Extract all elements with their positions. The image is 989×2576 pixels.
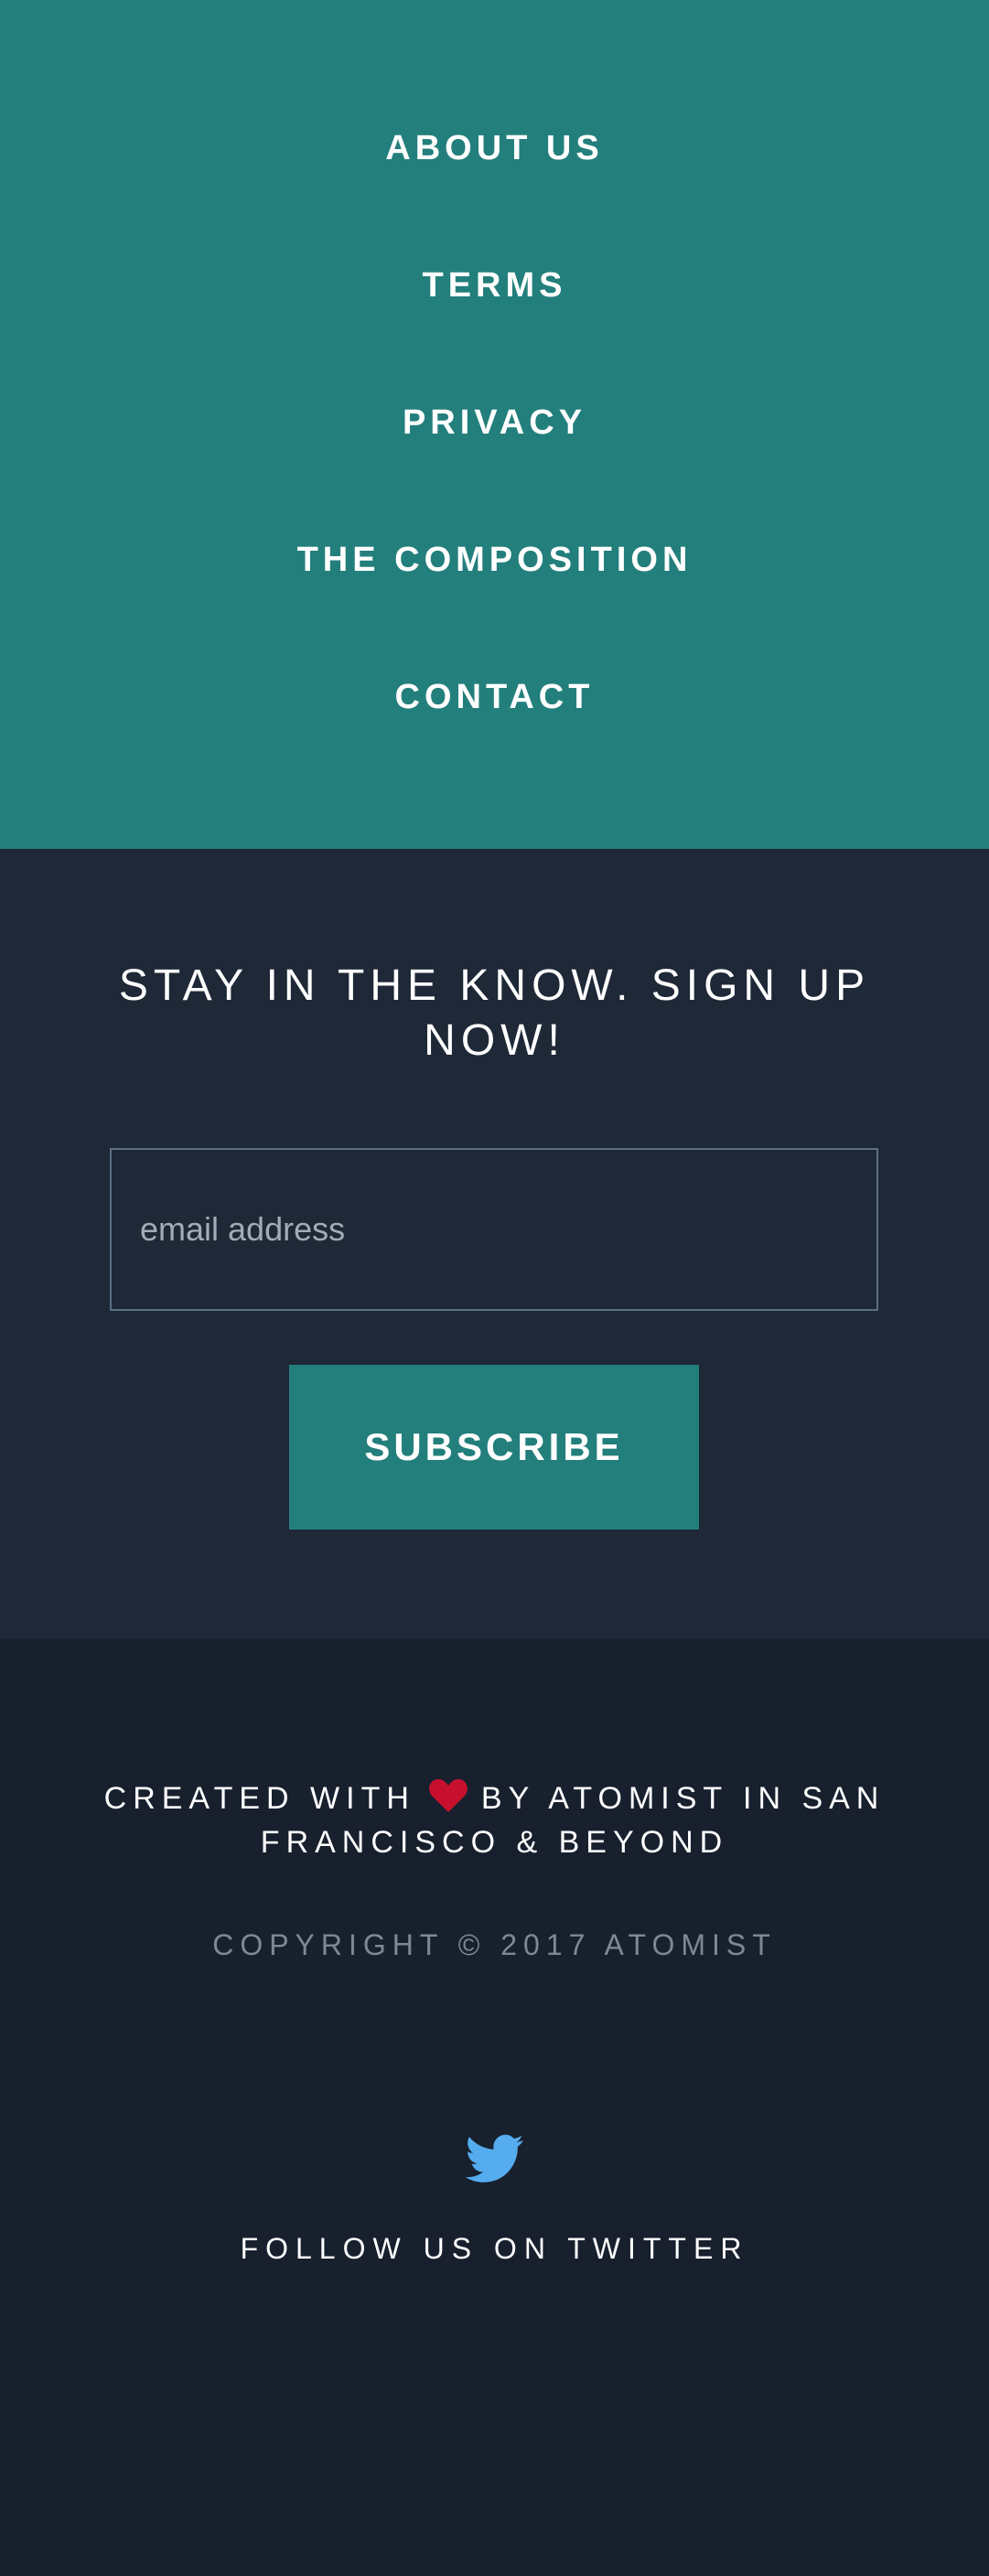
site-footer: CREATED WITH BY ATOMIST IN SAN FRANCISCO … (0, 1639, 989, 2576)
created-prefix: CREATED WITH (103, 1781, 415, 1816)
heart-icon (429, 1779, 468, 1812)
email-field[interactable] (110, 1148, 878, 1311)
page: ABOUT US TERMS PRIVACY THE COMPOSITION C… (0, 0, 989, 2576)
copyright-text: COPYRIGHT © 2017 ATOMIST (212, 1928, 777, 1961)
signup-heading: STAY IN THE KNOW. SIGN UP NOW! (118, 961, 871, 1065)
twitter-label[interactable]: FOLLOW US ON TWITTER (0, 2230, 989, 2267)
nav-link-terms[interactable]: TERMS (0, 263, 989, 307)
nav-link-the-composition[interactable]: THE COMPOSITION (0, 538, 989, 582)
created-with-line: CREATED WITH BY ATOMIST IN SAN FRANCISCO … (73, 1776, 916, 1864)
nav-link-about-us[interactable]: ABOUT US (0, 126, 989, 170)
subscribe-button[interactable]: SUBSCRIBE (289, 1365, 699, 1530)
nav-link-privacy[interactable]: PRIVACY (0, 401, 989, 445)
twitter-link[interactable]: FOLLOW US ON TWITTER (0, 2133, 989, 2267)
footer-nav: ABOUT US TERMS PRIVACY THE COMPOSITION C… (0, 0, 989, 849)
nav-link-contact[interactable]: CONTACT (0, 675, 989, 719)
twitter-bird-icon (465, 2134, 523, 2183)
newsletter-signup: STAY IN THE KNOW. SIGN UP NOW! SUBSCRIBE (0, 849, 989, 1639)
